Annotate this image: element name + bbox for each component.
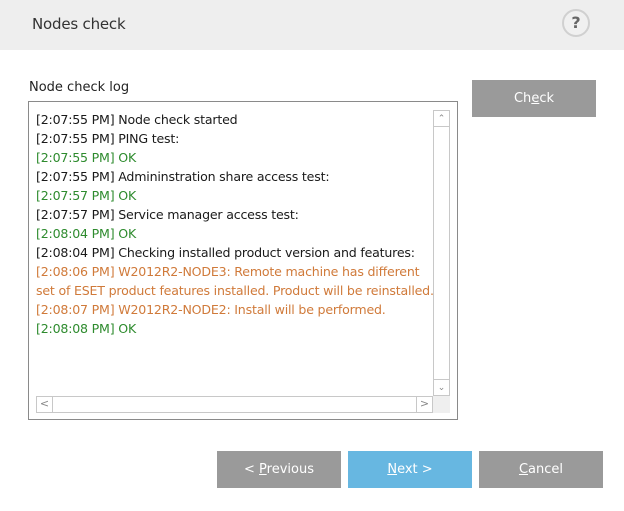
vertical-scrollbar[interactable]: ⌃ ⌄ [433,110,450,396]
log-line: [2:08:08 PM] OK [36,321,137,336]
log-line: [2:08:04 PM] OK [36,226,137,241]
chevron-down-icon: ⌄ [437,383,446,393]
scroll-right-button[interactable]: > [416,397,432,412]
log-line: [2:07:55 PM] Node check started [36,112,238,127]
log-label: Node check log [29,80,130,95]
log-line: [2:07:57 PM] OK [36,188,137,203]
dialog-header: Nodes check ? [0,0,624,50]
scroll-left-button[interactable]: < [37,397,53,412]
log-line: [2:08:06 PM] W2012R2-NODE3: Remote machi… [36,264,420,279]
log-line: [2:08:04 PM] Checking installed product … [36,245,415,260]
scroll-down-button[interactable]: ⌄ [434,379,449,395]
node-check-log[interactable]: [2:07:55 PM] Node check started [2:07:55 … [28,101,458,420]
check-button[interactable]: Check [472,80,596,117]
log-line: set of ESET product features installed. … [36,283,434,298]
chevron-up-icon: ⌃ [437,114,446,124]
cancel-button[interactable]: Cancel [479,451,603,488]
next-button[interactable]: Next > [348,451,472,488]
page-title: Nodes check [32,15,126,33]
log-line: [2:07:57 PM] Service manager access test… [36,207,299,222]
help-button[interactable]: ? [562,9,590,37]
chevron-right-icon: > [419,397,430,410]
horizontal-scrollbar[interactable]: < > [36,396,433,413]
scroll-up-button[interactable]: ⌃ [434,111,449,127]
log-line: [2:07:55 PM] OK [36,150,137,165]
log-line: [2:08:07 PM] W2012R2-NODE2: Install will… [36,302,386,317]
log-lines: [2:07:55 PM] Node check started [2:07:55 … [36,110,436,338]
question-mark-icon: ? [571,13,581,32]
previous-button[interactable]: < Previous [217,451,341,488]
scrollbar-corner [433,396,450,413]
log-line: [2:07:55 PM] Admininstration share acces… [36,169,330,184]
chevron-left-icon: < [39,397,50,410]
log-line: [2:07:55 PM] PING test: [36,131,180,146]
